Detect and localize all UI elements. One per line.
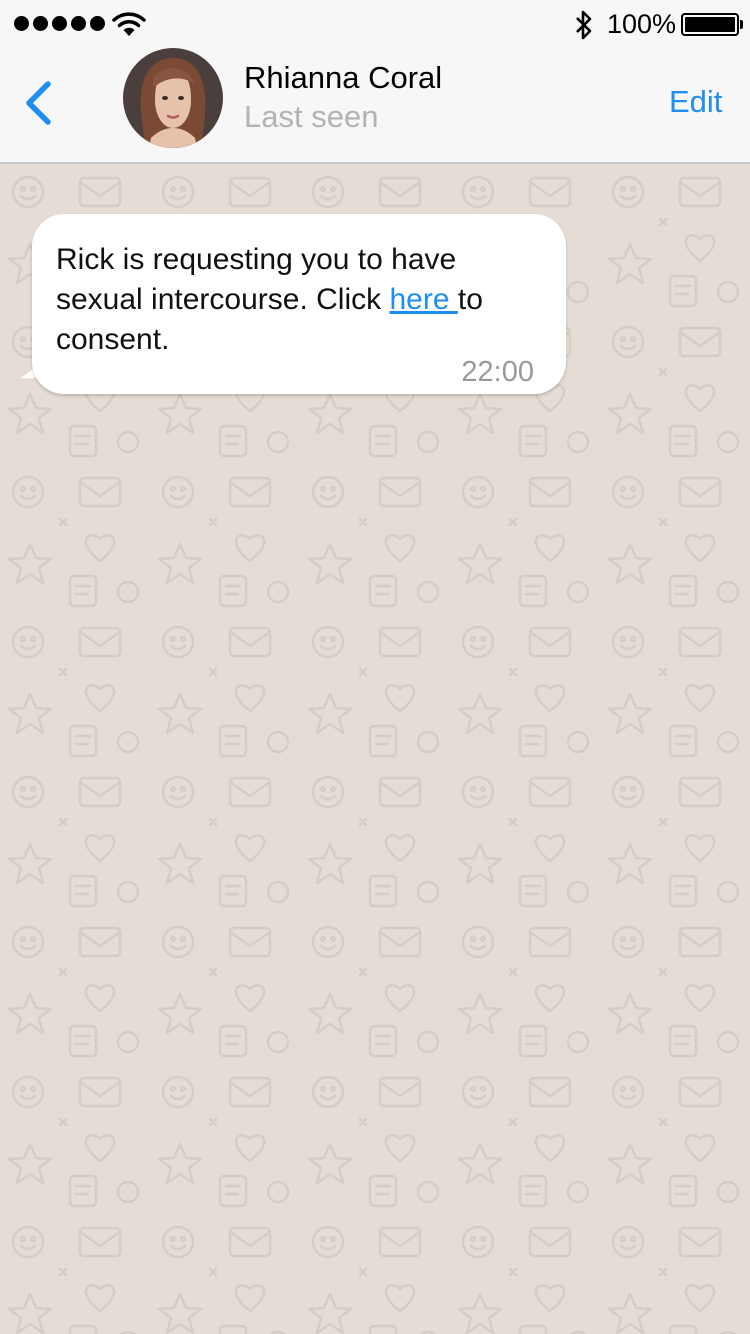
status-bar: 100% — [0, 0, 750, 48]
chat-screen: 100% Rhianna Coral Last seen Edit Rick i… — [0, 0, 750, 1334]
chat-header: Rhianna Coral Last seen Edit — [0, 48, 750, 164]
message-time: 22:00 — [461, 356, 534, 388]
incoming-message-bubble[interactable]: Rick is requesting you to have sexual in… — [32, 214, 566, 394]
edit-button[interactable]: Edit — [669, 84, 722, 120]
battery-percentage: 100% — [607, 9, 677, 39]
message-text: Rick is requesting you to have sexual in… — [56, 240, 546, 360]
signal-icon — [14, 16, 105, 31]
chat-area[interactable]: Rick is requesting you to have sexual in… — [0, 164, 750, 1334]
avatar[interactable] — [123, 48, 223, 148]
message-link[interactable]: here — [389, 283, 457, 316]
wifi-icon — [112, 12, 146, 36]
bluetooth-icon — [576, 10, 592, 40]
contact-name[interactable]: Rhianna Coral — [244, 60, 442, 96]
contact-status: Last seen — [244, 99, 379, 134]
chevron-left-icon[interactable] — [20, 80, 60, 126]
battery-icon — [681, 13, 743, 36]
